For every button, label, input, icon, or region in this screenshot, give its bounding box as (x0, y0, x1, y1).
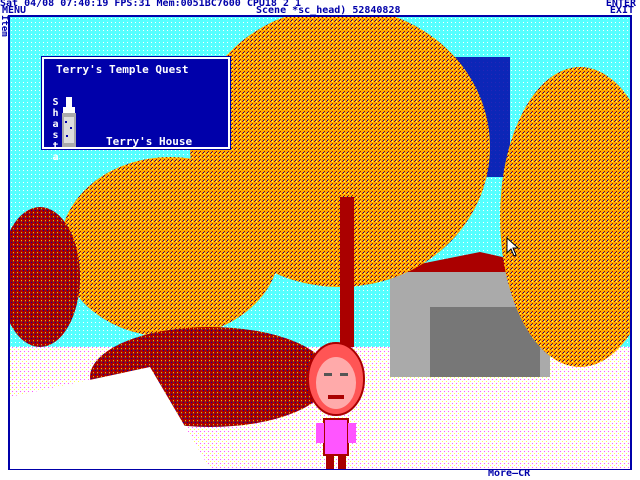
right-side-strip (632, 15, 640, 475)
scene-debug-text: Scene *sc_head) 52840828 (256, 5, 401, 16)
tree-trunk (340, 197, 354, 347)
exit-button[interactable]: EXIT (610, 6, 634, 16)
more-prompt[interactable]: More—CR (488, 469, 530, 479)
mouse-pointer-icon (506, 237, 520, 257)
soda-bottle-icon (62, 97, 76, 147)
game-title: Terry's Temple Quest (56, 63, 189, 76)
game-viewport[interactable]: Terry's Temple Quest Shasta Terry's Hous… (8, 15, 632, 471)
menu-button[interactable]: MENU (2, 6, 26, 16)
location-name: Terry's House (106, 135, 193, 148)
bottom-bar: More—CR (0, 469, 640, 480)
item-name-vertical: Shasta (50, 97, 61, 166)
left-tree (60, 157, 280, 337)
title-card: Terry's Temple Quest Shasta Terry's Hous… (41, 56, 231, 163)
player-character[interactable] (304, 339, 368, 471)
left-side-strip[interactable]: Item (0, 15, 9, 475)
